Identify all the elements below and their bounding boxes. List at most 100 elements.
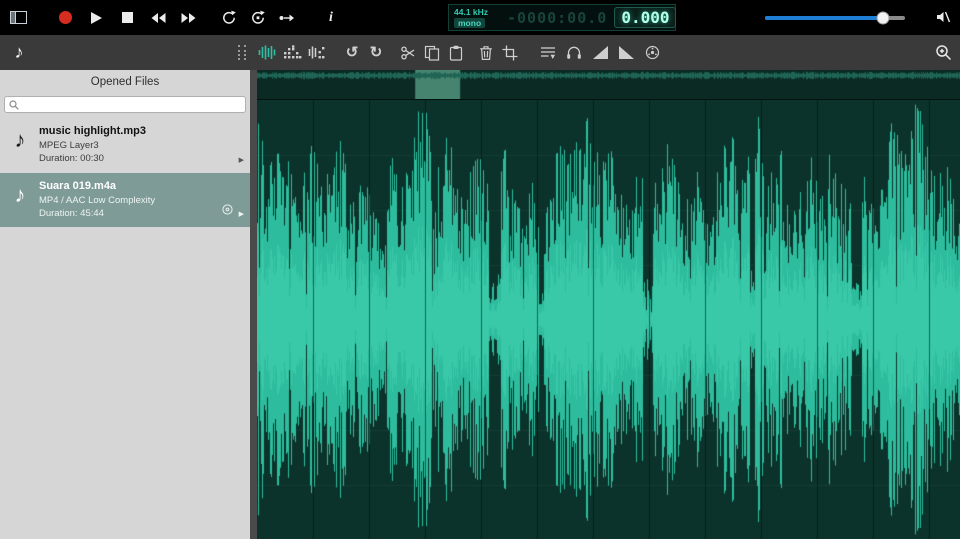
file-search-box [4,96,246,113]
fade-out-icon [618,46,634,59]
volume-handle[interactable] [876,11,890,24]
file-name: music highlight.mp3 [39,125,146,137]
loop-controls [218,6,298,30]
overview-navigator[interactable] [257,70,960,100]
panel-title: Opened Files [90,76,160,88]
waveform-canvas[interactable] [257,100,960,539]
music-note-icon: ♪ [14,127,26,152]
time-counter-value: 0.000 [614,7,677,28]
file-list: ♪ music highlight.mp3 MPEG Layer3 Durati… [0,118,250,539]
mute-icon [937,11,951,23]
fade-out-button[interactable] [615,40,637,66]
loop-icon [223,10,236,24]
time-counter-unlit: -0000:00.0 [507,8,608,27]
expand-arrow-icon[interactable]: ▶ [239,156,244,164]
main-content: Opened Files ♪ music highlight.mp3 MPEG … [0,70,960,539]
stop-icon [121,12,133,23]
mix-icon [541,46,555,59]
mute-button[interactable] [932,5,954,29]
file-search-input[interactable] [23,99,241,110]
info-icon: i [329,9,333,25]
play-button[interactable] [85,6,107,30]
file-meta: music highlight.mp3 MPEG Layer3 Duration… [39,125,146,166]
zoom-button[interactable] [932,39,954,65]
sample-rate-label: 44.1 kHz [454,7,489,17]
process-group [537,40,663,66]
file-duration: Duration: 00:30 [39,153,104,165]
mix-button[interactable] [537,40,559,66]
trash-icon [480,45,492,60]
transport-controls [54,6,200,30]
paste-icon [449,45,463,61]
volume-slider[interactable] [765,0,905,35]
music-note-icon: ♪ [14,181,26,207]
file-item-suara-019[interactable]: ♪ Suara 019.m4a MP4 / AAC Low Complexity… [0,172,250,228]
transport-toolbar: i 44.1 kHz mono -0000:00.0 0.000 [0,0,960,35]
file-duration: Duration: 45:44 [39,207,104,219]
rewind-icon [151,12,166,23]
play-from-cursor-button[interactable] [276,6,298,30]
music-note-icon: ♪ [14,42,24,62]
delete-group [475,40,521,66]
file-name: Suara 019.m4a [39,179,117,192]
view-waveform-button[interactable] [256,40,278,66]
loop-selection-icon [252,10,265,24]
view-mode-group [256,40,328,66]
loop-button[interactable] [218,6,240,30]
disc-icon [222,202,233,220]
expand-arrow-icon[interactable]: ▶ [239,210,244,218]
loop-selection-button[interactable] [247,6,269,30]
fade-in-icon [592,46,608,59]
time-display: 44.1 kHz mono -0000:00.0 0.000 [448,4,677,31]
waveform-view-icon [258,45,275,60]
monitor-button[interactable] [563,40,585,66]
stop-button[interactable] [116,6,138,30]
paste-button[interactable] [445,40,467,66]
toolbar-drag-handle[interactable] [238,45,246,60]
zoom-in-icon [935,44,951,60]
redo-icon: ↻ [369,44,383,61]
rewind-button[interactable] [147,6,169,30]
scissors-icon [401,45,415,60]
headphones-icon [567,46,581,59]
format-readout: 44.1 kHz mono [454,7,500,28]
copy-icon [424,45,440,61]
channel-mode-badge: mono [454,18,486,28]
info-button[interactable]: i [320,6,342,30]
search-icon [9,99,19,110]
app-window: i 44.1 kHz mono -0000:00.0 0.000 ♪ ↺ ↻ O… [0,0,960,539]
crop-icon [502,45,518,60]
record-button[interactable] [54,6,76,30]
copy-button[interactable] [421,40,443,66]
toggle-sidebar-button[interactable] [6,6,30,30]
history-group: ↺ ↻ [341,40,387,66]
view-spectrogram-button[interactable] [281,40,303,66]
combined-view-icon [308,46,324,59]
volume-fill [765,15,883,20]
fast-forward-icon [181,12,196,23]
fast-forward-button[interactable] [178,6,200,30]
file-meta: Suara 019.m4a MP4 / AAC Low Complexity D… [39,180,155,221]
opened-files-panel: Opened Files ♪ music highlight.mp3 MPEG … [0,70,250,539]
undo-button[interactable]: ↺ [341,40,363,66]
play-icon [90,11,102,24]
cut-button[interactable] [397,40,419,66]
file-format: MPEG Layer3 [39,140,99,151]
redo-button[interactable]: ↻ [365,40,387,66]
sidebar-splitter[interactable] [250,70,257,539]
spectrogram-view-icon [283,45,301,59]
record-icon [58,11,72,24]
fade-in-button[interactable] [589,40,611,66]
effects-button[interactable] [641,40,663,66]
undo-icon: ↺ [345,44,359,61]
file-item-music-highlight[interactable]: ♪ music highlight.mp3 MPEG Layer3 Durati… [0,118,250,173]
file-format: MP4 / AAC Low Complexity [39,194,156,206]
sidebar-panel-icon [9,11,27,24]
delete-button[interactable] [475,40,497,66]
effects-dial-icon [645,45,659,60]
waveform-editor [257,70,960,539]
trim-button[interactable] [499,40,521,66]
clipboard-group [397,40,467,66]
edit-toolbar: ♪ ↺ ↻ [0,35,960,70]
view-combined-button[interactable] [306,40,328,66]
